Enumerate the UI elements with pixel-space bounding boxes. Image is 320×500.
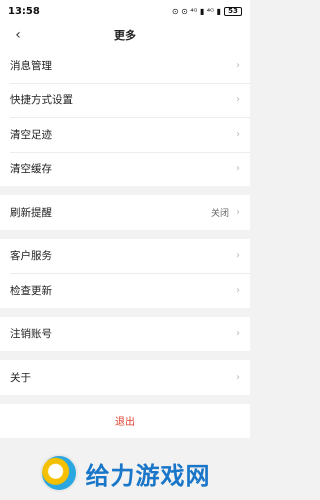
chevron-right-icon: › bbox=[236, 59, 240, 71]
chevron-right-icon: › bbox=[236, 284, 240, 296]
row-label: 清空足迹 bbox=[10, 128, 52, 141]
back-arrow-icon[interactable]: ‹ bbox=[8, 22, 28, 48]
watermark-logo-icon bbox=[39, 454, 78, 492]
settings-group-refresh: 刷新提醒 关闭 › bbox=[0, 195, 250, 230]
site-watermark: 给力游戏网 bbox=[0, 446, 250, 500]
row-label: 检查更新 bbox=[10, 284, 52, 297]
settings-group-account: 注销账号 › bbox=[0, 316, 250, 352]
chevron-right-icon: › bbox=[236, 163, 240, 175]
settings-group-about: 关于 › bbox=[0, 360, 250, 395]
nav-bar: ‹ 更多 bbox=[0, 22, 250, 48]
row-message-management[interactable]: 消息管理 › bbox=[0, 48, 250, 83]
row-cancel-account[interactable]: 注销账号 › bbox=[0, 317, 250, 352]
chevron-right-icon: › bbox=[236, 128, 240, 140]
chevron-right-icon: › bbox=[236, 250, 240, 262]
chevron-right-icon: › bbox=[236, 371, 240, 383]
row-label: 清空缓存 bbox=[10, 163, 52, 176]
row-customer-service[interactable]: 客户服务 › bbox=[0, 239, 250, 274]
row-check-update[interactable]: 检查更新 › bbox=[0, 273, 250, 308]
row-label: 客户服务 bbox=[10, 250, 52, 263]
row-label: 消息管理 bbox=[10, 59, 52, 72]
chevron-right-icon: › bbox=[236, 328, 240, 340]
settings-group-general: 消息管理 › 快捷方式设置 › 清空足迹 › 清空缓存 › bbox=[0, 48, 250, 186]
row-label: 刷新提醒 bbox=[10, 206, 52, 219]
chevron-right-icon: › bbox=[236, 206, 240, 218]
settings-group-support: 客户服务 › 检查更新 › bbox=[0, 238, 250, 308]
chevron-right-icon: › bbox=[236, 94, 240, 106]
row-clear-cache[interactable]: 清空缓存 › bbox=[0, 151, 250, 187]
row-shortcut-settings[interactable]: 快捷方式设置 › bbox=[0, 82, 250, 118]
battery-icon: 53 bbox=[224, 6, 242, 16]
page-title: 更多 bbox=[114, 29, 136, 42]
row-label: 注销账号 bbox=[10, 328, 52, 341]
row-label: 快捷方式设置 bbox=[10, 94, 73, 107]
logout-button[interactable]: 退出 bbox=[0, 403, 250, 438]
watermark-text: 给力游戏网 bbox=[85, 461, 211, 490]
status-icons: ⊙ ⊙ ⁴ᴳ ▮ ⁴ᴳ ▮ 53 bbox=[171, 6, 242, 16]
row-refresh-reminder[interactable]: 刷新提醒 关闭 › bbox=[0, 195, 250, 230]
status-time: 13:58 bbox=[8, 5, 40, 17]
status-bar: 13:58 ⊙ ⊙ ⁴ᴳ ▮ ⁴ᴳ ▮ 53 bbox=[0, 0, 250, 22]
signal-icons: ⊙ ⊙ ⁴ᴳ ▮ ⁴ᴳ ▮ bbox=[171, 6, 221, 16]
row-label: 关于 bbox=[10, 371, 31, 384]
row-value: 关闭 bbox=[210, 208, 229, 219]
row-clear-history[interactable]: 清空足迹 › bbox=[0, 117, 250, 152]
row-about[interactable]: 关于 › bbox=[0, 360, 250, 395]
